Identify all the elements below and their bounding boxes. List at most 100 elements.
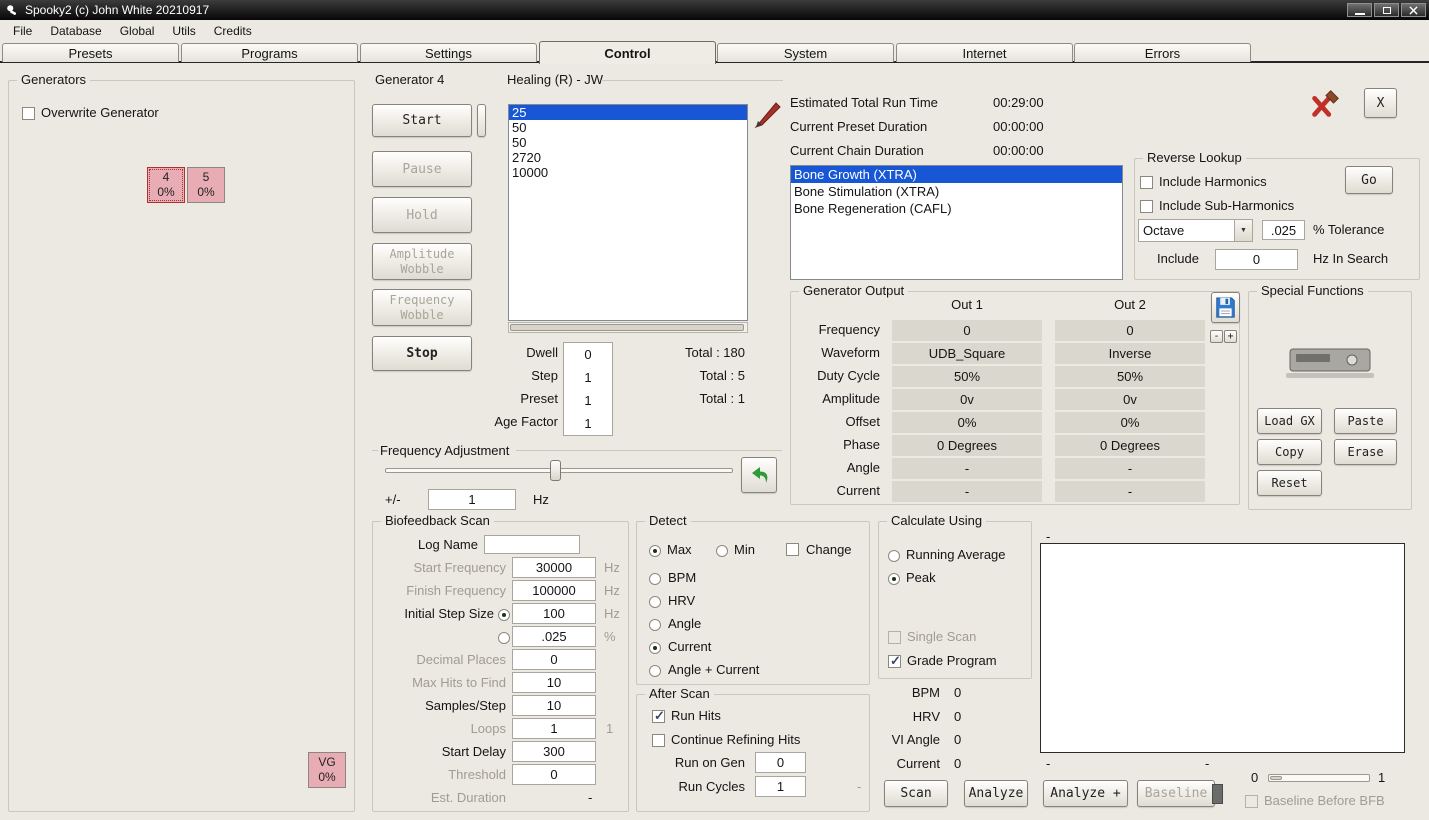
tab-programs[interactable]: Programs <box>181 43 358 62</box>
frequency-item[interactable]: 2720 <box>509 150 747 165</box>
amplitude-wobble-button[interactable]: Amplitude Wobble <box>372 243 472 280</box>
current-radio[interactable] <box>649 642 661 654</box>
peak-radio[interactable] <box>888 573 900 585</box>
log-name-label: Log Name <box>390 537 478 552</box>
go-button[interactable]: Go <box>1345 166 1393 194</box>
decimal-places-input[interactable]: 0 <box>512 649 596 670</box>
graph-range-slider[interactable] <box>1268 774 1370 782</box>
undo-adjustment-button[interactable] <box>741 457 777 493</box>
tab-internet[interactable]: Internet <box>896 43 1073 62</box>
age-factor-value: 1 <box>564 412 612 435</box>
pause-button[interactable]: Pause <box>372 151 472 187</box>
analyze-plus-button[interactable]: Analyze + <box>1043 780 1128 807</box>
menu-global[interactable]: Global <box>111 22 164 40</box>
overwrite-generator-checkbox[interactable] <box>22 107 35 120</box>
running-average-radio[interactable] <box>888 550 900 562</box>
loops-input[interactable]: 1 <box>512 718 596 739</box>
output-row-label: Frequency <box>792 322 880 337</box>
run-on-gen-input[interactable]: 0 <box>755 752 806 773</box>
scan-button[interactable]: Scan <box>884 780 948 807</box>
clear-pen-x-icon[interactable] <box>1306 86 1344 122</box>
frequency-item[interactable]: 10000 <box>509 165 747 180</box>
after-scan-title: After Scan <box>645 686 714 701</box>
bpm-radio[interactable] <box>649 573 661 585</box>
run-cycles-input[interactable]: 1 <box>755 776 806 797</box>
save-output-button[interactable] <box>1211 292 1240 323</box>
menu-utils[interactable]: Utils <box>163 22 204 40</box>
tab-errors[interactable]: Errors <box>1074 43 1251 62</box>
hrv-readout-value: 0 <box>954 709 961 724</box>
frequency-item[interactable]: 50 <box>509 135 747 150</box>
baseline-button[interactable]: Baseline <box>1137 780 1215 807</box>
grade-program-checkbox[interactable] <box>888 655 901 668</box>
analyze-button[interactable]: Analyze <box>964 780 1028 807</box>
detect-min-radio[interactable] <box>716 545 728 557</box>
adjustment-step-input[interactable]: 1 <box>428 489 516 510</box>
start-delay-input[interactable]: 300 <box>512 741 596 762</box>
include-harmonics-checkbox[interactable] <box>1140 176 1153 189</box>
generator-button-4[interactable]: 4 0% <box>147 167 185 203</box>
paste-button[interactable]: Paste <box>1334 408 1397 434</box>
max-hits-input[interactable]: 10 <box>512 672 596 693</box>
minimize-icon[interactable] <box>1347 3 1372 17</box>
detect-max-radio[interactable] <box>649 545 661 557</box>
load-gx-button[interactable]: Load GX <box>1257 408 1322 434</box>
tolerance-input[interactable]: .025 <box>1262 220 1305 240</box>
frequency-hscrollbar[interactable] <box>508 322 748 333</box>
minus-button[interactable]: - <box>1210 330 1223 343</box>
initial-step-size-input[interactable]: 100 <box>512 603 596 624</box>
step-size-percent-radio[interactable] <box>498 632 510 644</box>
copy-button[interactable]: Copy <box>1257 439 1322 465</box>
tab-control[interactable]: Control <box>539 41 716 64</box>
hrv-radio[interactable] <box>649 596 661 608</box>
change-checkbox[interactable] <box>786 543 799 556</box>
plus-button[interactable]: + <box>1224 330 1237 343</box>
angle-radio[interactable] <box>649 619 661 631</box>
single-scan-checkbox[interactable] <box>888 631 901 644</box>
program-item[interactable]: Bone Stimulation (XTRA) <box>791 183 1122 200</box>
vi-angle-readout-label: VI Angle <box>840 732 940 747</box>
generator-button-5[interactable]: 5 0% <box>187 167 225 203</box>
tab-system[interactable]: System <box>717 43 894 62</box>
start-button[interactable]: Start <box>372 104 472 137</box>
angle-current-radio[interactable] <box>649 665 661 677</box>
baseline-grip[interactable] <box>1212 784 1223 804</box>
close-icon[interactable] <box>1401 3 1426 17</box>
include-subharmonics-checkbox[interactable] <box>1140 200 1153 213</box>
run-hits-checkbox[interactable] <box>652 710 665 723</box>
frequency-adjustment-title: Frequency Adjustment <box>380 443 509 458</box>
step-size-percent-input[interactable]: .025 <box>512 626 596 647</box>
maximize-icon[interactable] <box>1374 3 1399 17</box>
generator-button-vg[interactable]: VG 0% <box>308 752 346 788</box>
tab-presets[interactable]: Presets <box>2 43 179 62</box>
continue-refining-checkbox[interactable] <box>652 734 665 747</box>
program-item[interactable]: Bone Growth (XTRA) <box>791 166 1122 183</box>
frequency-adjustment-thumb[interactable] <box>550 460 561 481</box>
menu-credits[interactable]: Credits <box>205 22 261 40</box>
frequency-item[interactable]: 50 <box>509 120 747 135</box>
menu-database[interactable]: Database <box>41 22 110 40</box>
tab-settings[interactable]: Settings <box>360 43 537 62</box>
include-hz-input[interactable]: 0 <box>1215 249 1298 270</box>
program-listbox[interactable]: Bone Growth (XTRA) Bone Stimulation (XTR… <box>790 165 1123 280</box>
log-name-input[interactable] <box>484 535 580 554</box>
finish-frequency-input[interactable]: 100000 <box>512 580 596 601</box>
step-size-hz-radio[interactable] <box>498 609 510 621</box>
reset-button[interactable]: Reset <box>1257 470 1322 496</box>
hold-button[interactable]: Hold <box>372 197 472 233</box>
edit-pen-icon[interactable] <box>750 101 782 133</box>
x-close-panel-button[interactable]: X <box>1364 88 1397 118</box>
start-frequency-input[interactable]: 30000 <box>512 557 596 578</box>
stop-button[interactable]: Stop <box>372 336 472 371</box>
threshold-input[interactable]: 0 <box>512 764 596 785</box>
octave-dropdown[interactable]: Octave ▼ <box>1138 219 1253 242</box>
frequency-wobble-button[interactable]: Frequency Wobble <box>372 289 472 326</box>
vertical-scrollbar[interactable] <box>477 104 486 137</box>
erase-button[interactable]: Erase <box>1334 439 1397 465</box>
menu-file[interactable]: File <box>4 22 41 40</box>
baseline-before-bfb-checkbox[interactable] <box>1245 795 1258 808</box>
frequency-listbox[interactable]: 25 50 50 2720 10000 <box>508 104 748 321</box>
frequency-item[interactable]: 25 <box>509 105 747 120</box>
samples-step-input[interactable]: 10 <box>512 695 596 716</box>
program-item[interactable]: Bone Regeneration (CAFL) <box>791 200 1122 217</box>
